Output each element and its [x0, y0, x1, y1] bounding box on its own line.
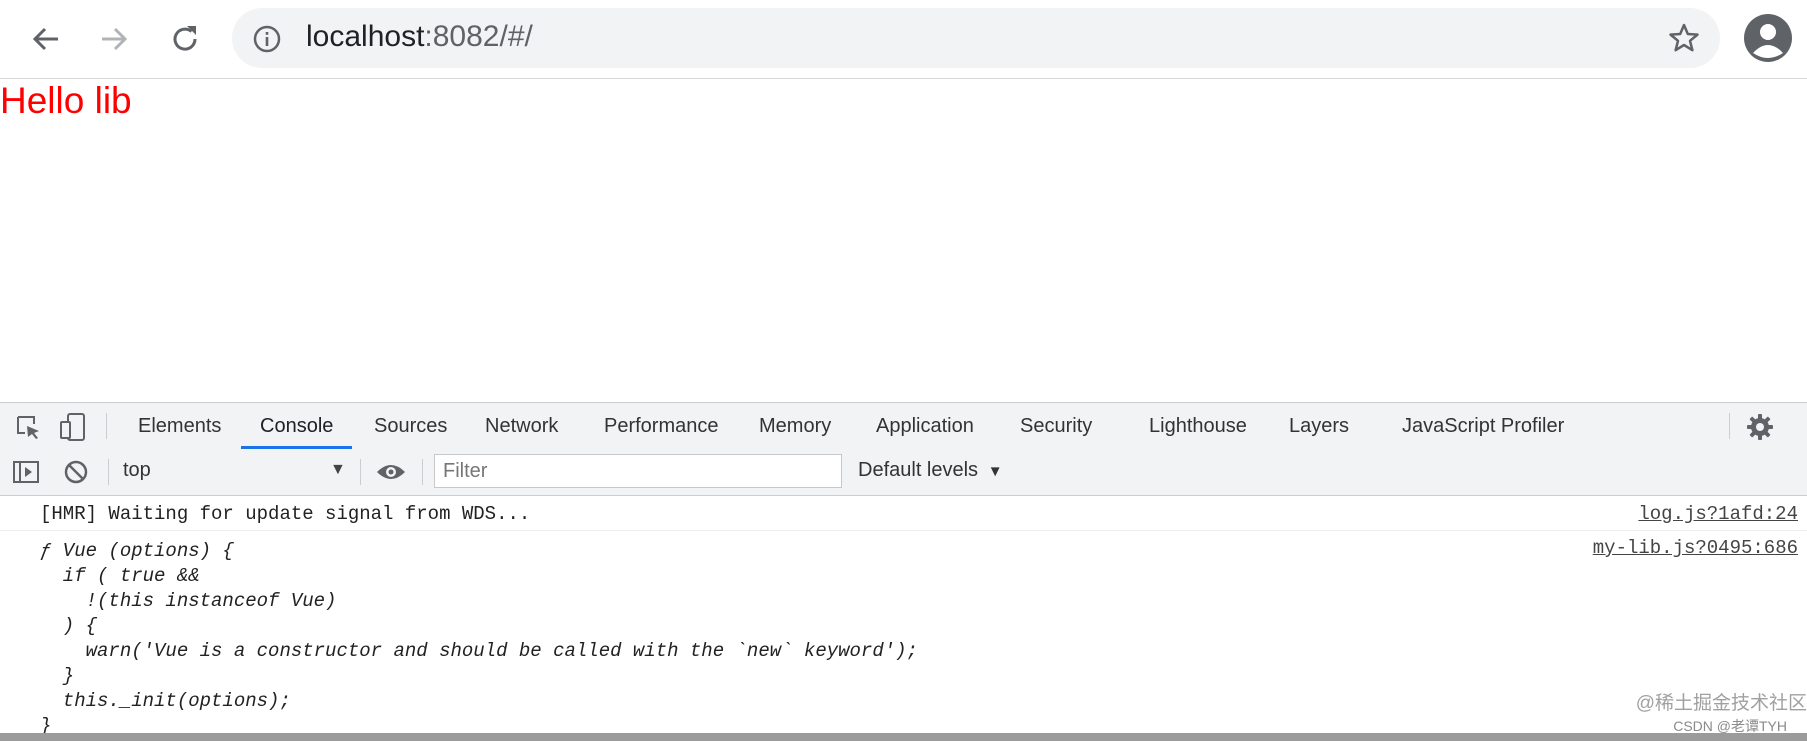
tab-performance[interactable]: Performance — [604, 403, 719, 449]
window-bottom-border — [0, 733, 1807, 741]
tab-layers[interactable]: Layers — [1289, 403, 1349, 449]
url-host: localhost — [306, 20, 425, 53]
console-filter-input[interactable] — [434, 454, 842, 488]
console-source-link[interactable]: log.js?1afd:24 — [1638, 503, 1798, 525]
log-levels-dropdown[interactable]: Default levels ▼ — [858, 459, 1003, 482]
tab-console[interactable]: Console — [241, 403, 353, 449]
back-arrow-icon — [32, 27, 58, 51]
tab-javascript-profiler[interactable]: JavaScript Profiler — [1402, 403, 1564, 449]
tab-sources[interactable]: Sources — [374, 403, 447, 449]
context-dropdown-arrow-icon[interactable]: ▼ — [330, 461, 346, 479]
url-path: :8082/#/ — [424, 20, 533, 53]
tab-security[interactable]: Security — [1020, 403, 1092, 449]
reload-button[interactable] — [163, 17, 207, 61]
tab-lighthouse[interactable]: Lighthouse — [1149, 403, 1247, 449]
divider — [108, 459, 109, 485]
code-line: if ( true && — [40, 565, 200, 587]
inspect-element-icon[interactable] — [14, 413, 42, 441]
console-output: [HMR] Waiting for update signal from WDS… — [0, 496, 1807, 741]
code-line: !(this instanceof Vue) — [40, 590, 337, 612]
bookmark-star-icon[interactable] — [1668, 22, 1700, 59]
tab-elements[interactable]: Elements — [138, 403, 221, 449]
console-function-code[interactable]: ƒ Vue (options) { if ( true && !(this in… — [40, 539, 918, 739]
code-line: this._init(options); — [40, 690, 291, 712]
forward-button[interactable] — [92, 17, 136, 61]
browser-toolbar: localhost:8082/#/ — [0, 0, 1807, 79]
address-bar[interactable]: localhost:8082/#/ — [232, 8, 1720, 68]
console-toolbar: top ▼ Default levels ▼ — [0, 449, 1807, 496]
watermark-juejin: @稀土掘金技术社区 — [1635, 693, 1807, 714]
divider — [1729, 413, 1730, 439]
divider — [106, 413, 107, 439]
forward-arrow-icon — [102, 27, 128, 51]
devtools-tab-bar: Elements Console Sources Network Perform… — [0, 402, 1807, 450]
tab-network[interactable]: Network — [485, 403, 558, 449]
code-line: warn('Vue is a constructor and should be… — [40, 640, 918, 662]
page-heading: Hello lib — [0, 80, 132, 121]
live-expression-eye-icon[interactable] — [374, 459, 408, 485]
code-line: ƒ Vue (options) { — [40, 540, 234, 562]
chevron-down-icon: ▼ — [983, 463, 1003, 480]
profile-avatar-icon[interactable] — [1743, 13, 1793, 63]
divider — [360, 459, 361, 485]
clear-console-icon[interactable] — [62, 459, 90, 485]
back-button[interactable] — [24, 17, 68, 61]
divider — [422, 459, 423, 485]
console-message-text: [HMR] Waiting for update signal from WDS… — [40, 503, 531, 525]
code-line: } — [40, 665, 75, 687]
tab-memory[interactable]: Memory — [759, 403, 831, 449]
console-source-link[interactable]: my-lib.js?0495:686 — [1593, 537, 1798, 559]
tab-application[interactable]: Application — [876, 403, 974, 449]
settings-gear-icon[interactable] — [1745, 412, 1775, 442]
device-toolbar-icon[interactable] — [58, 412, 88, 442]
reload-icon — [173, 26, 197, 51]
site-info-icon[interactable] — [252, 24, 282, 59]
show-sidebar-icon[interactable] — [12, 459, 40, 485]
context-selector[interactable]: top — [123, 459, 151, 482]
code-line: ) { — [40, 615, 98, 637]
url-text[interactable]: localhost:8082/#/ — [306, 20, 533, 54]
log-levels-label: Default levels — [858, 459, 979, 481]
console-message: [HMR] Waiting for update signal from WDS… — [0, 496, 1807, 531]
